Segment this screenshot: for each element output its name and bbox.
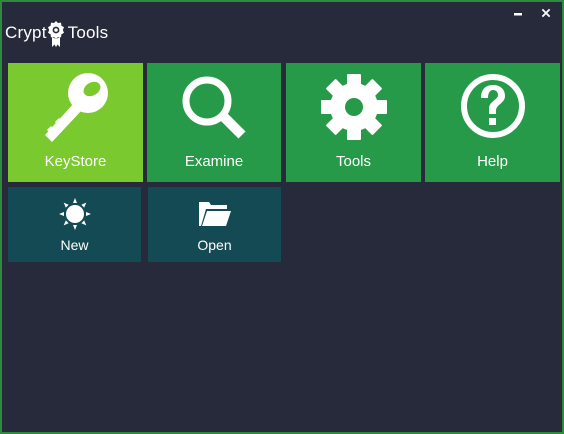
tools-label: Tools [335,153,372,170]
tools-tile[interactable]: Tools [286,63,421,182]
app-title-part-1: Crypt [5,23,47,42]
open-tile[interactable]: Open [148,187,281,262]
minimize-button[interactable] [510,6,526,20]
key-icon [44,73,108,142]
new-label: New [60,237,89,253]
keystore-tile[interactable]: KeyStore [8,63,143,182]
close-icon [541,8,551,18]
app-title-part-2: Tools [67,23,109,42]
keystore-label: KeyStore [44,153,107,170]
help-label: Help [477,153,508,170]
magnifier-icon [182,76,246,139]
app-window: Crypt Tools KeyStore Examine Tools Help … [0,0,564,434]
minimize-icon [514,13,522,16]
examine-tile[interactable]: Examine [147,63,281,182]
close-button[interactable] [538,6,554,20]
gear-icon [320,74,387,140]
examine-label: Examine [184,153,244,170]
award-ribbon-icon [47,21,64,47]
question-circle-icon [460,74,525,138]
sun-burst-icon [58,198,91,230]
help-tile[interactable]: Help [425,63,560,182]
folder-open-icon [198,202,231,226]
app-title: Crypt Tools [5,21,109,47]
new-tile[interactable]: New [8,187,141,262]
title-bar[interactable]: Crypt Tools [2,2,562,52]
open-label: Open [197,237,232,253]
